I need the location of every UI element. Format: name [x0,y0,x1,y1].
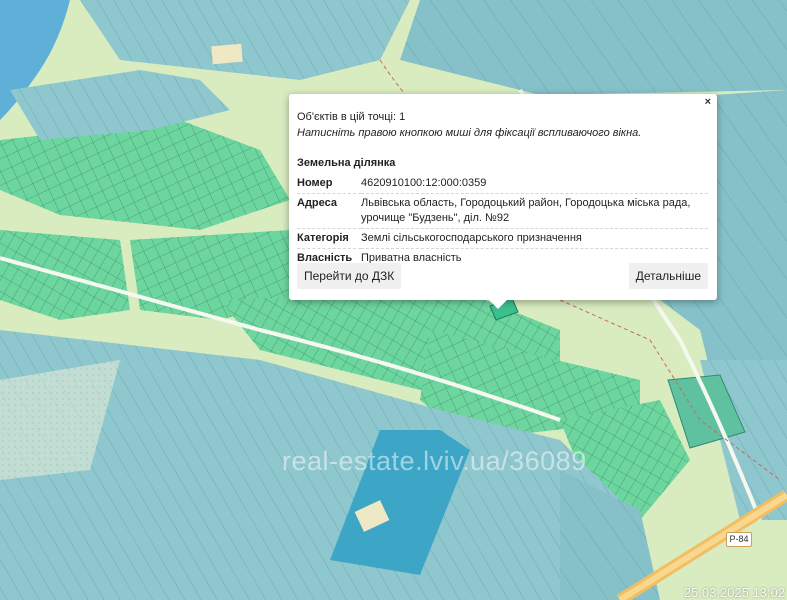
table-row: Категорія Землі сільськогосподарського п… [297,228,708,249]
cadastral-map[interactable]: Р-84 real-estate.lviv.ua/36089 25.03.202… [0,0,787,600]
building [211,43,243,65]
objects-count: Об'єктів в цій точці: 1 [297,111,406,123]
parcel-info-table: Номер 4620910100:12:000:0359 Адреса Льві… [297,174,708,268]
table-row: Номер 4620910100:12:000:0359 [297,174,708,194]
row-value: Львівська область, Городоцький район, Го… [361,193,708,229]
close-icon[interactable]: × [705,97,711,108]
popup-actions: Перейти до ДЗК Детальніше [297,263,708,289]
row-key: Адреса [297,193,361,229]
watermark: real-estate.lviv.ua/36089 [282,446,587,476]
timestamp: 25.03.2025 13:02 [683,585,785,600]
road-label: Р-84 [726,532,752,547]
parcel-info-popup: × Об'єктів в цій точці: 1 Натисніть прав… [289,94,717,309]
row-key: Номер [297,174,361,194]
row-value: Землі сільськогосподарського призначення [361,228,708,249]
row-key: Категорія [297,228,361,249]
table-row: Адреса Львівська область, Городоцький ра… [297,193,708,229]
row-value: 4620910100:12:000:0359 [361,174,708,194]
goto-dzk-button[interactable]: Перейти до ДЗК [297,263,402,289]
section-title: Земельна ділянка [297,157,396,169]
popup-hint: Натисніть правою кнопкою миші для фіксац… [297,127,642,139]
map-canvas[interactable] [0,0,787,600]
details-button[interactable]: Детальніше [628,263,708,289]
